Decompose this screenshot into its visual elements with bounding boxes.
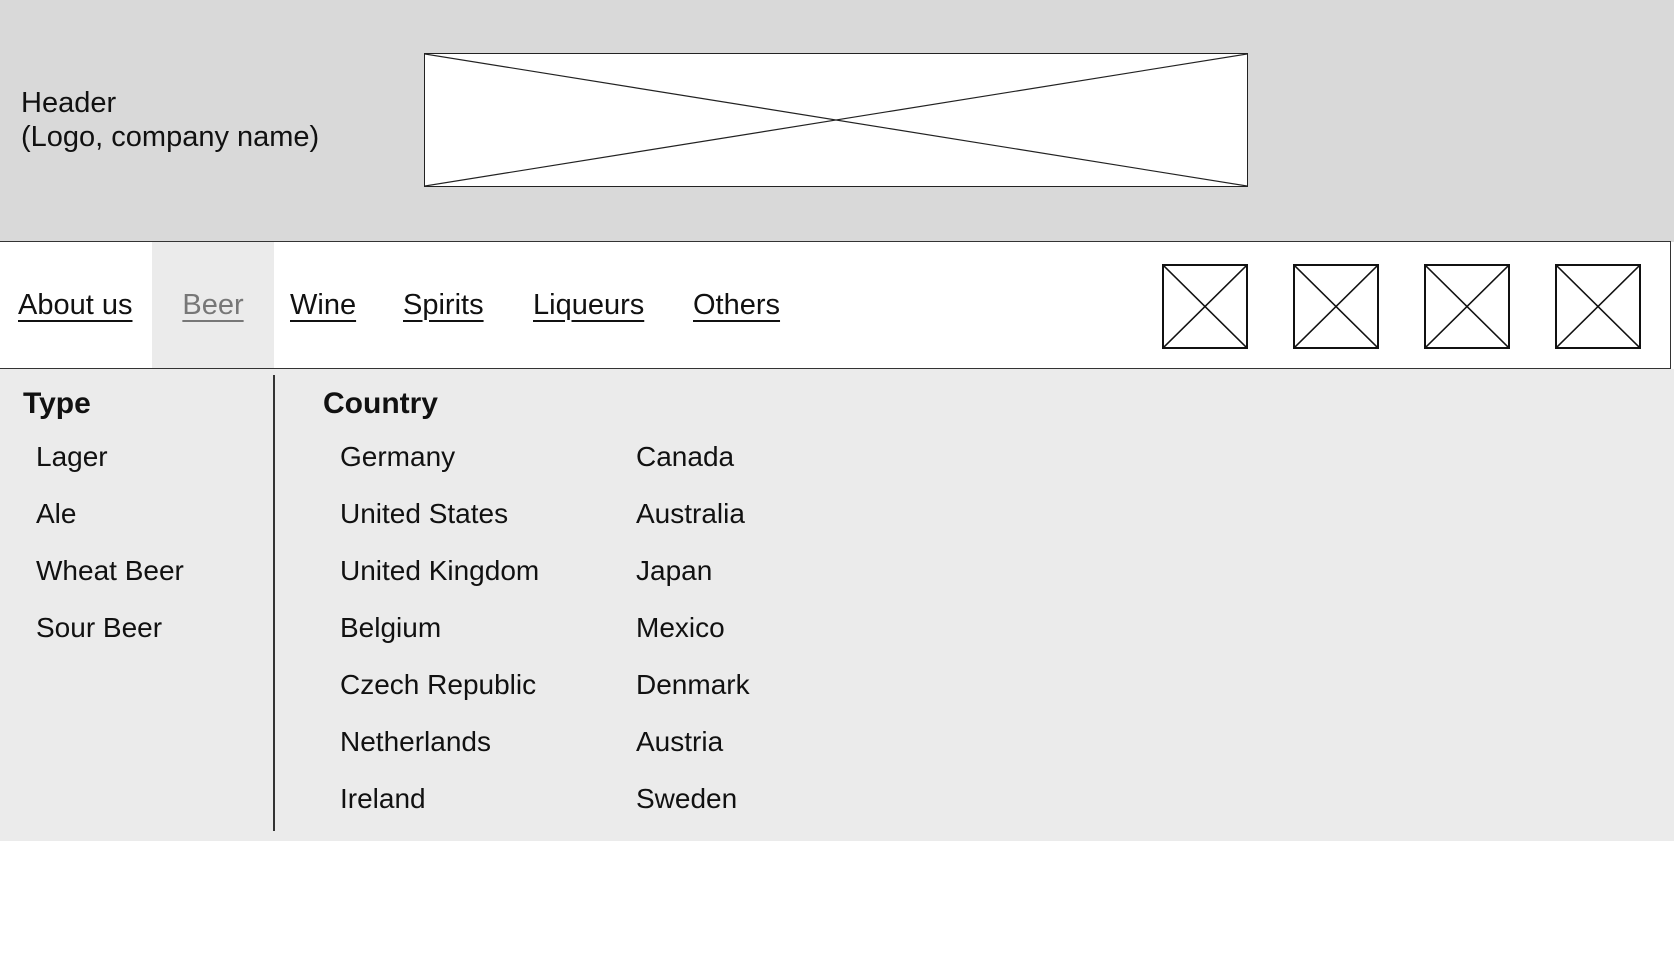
country-item-denmark[interactable]: Denmark: [636, 669, 750, 701]
nav-icon-2-placeholder-icon[interactable]: [1293, 264, 1379, 349]
country-item-australia[interactable]: Australia: [636, 498, 745, 530]
nav-others-link[interactable]: Others: [693, 242, 780, 368]
country-item-mexico[interactable]: Mexico: [636, 612, 725, 644]
header: Header (Logo, company name): [0, 0, 1674, 242]
main-nav: About us Beer Wine Spirits Liqueurs Othe…: [0, 241, 1671, 369]
country-item-ireland[interactable]: Ireland: [340, 783, 426, 815]
nav-liqueurs-link[interactable]: Liqueurs: [533, 242, 644, 368]
country-item-netherlands[interactable]: Netherlands: [340, 726, 491, 758]
type-item-ale[interactable]: Ale: [36, 498, 76, 530]
country-item-japan[interactable]: Japan: [636, 555, 712, 587]
page: Header (Logo, company name) About us Bee…: [0, 0, 1674, 974]
header-subtitle: (Logo, company name): [21, 121, 320, 153]
country-item-belgium[interactable]: Belgium: [340, 612, 441, 644]
nav-spirits-link[interactable]: Spirits: [403, 242, 484, 368]
nav-icon-1-placeholder-icon[interactable]: [1162, 264, 1248, 349]
country-item-czech-republic[interactable]: Czech Republic: [340, 669, 536, 701]
nav-icon-4-placeholder-icon[interactable]: [1555, 264, 1641, 349]
nav-icon-3-placeholder-icon[interactable]: [1424, 264, 1510, 349]
column-divider: [273, 375, 275, 831]
country-heading: Country: [323, 387, 438, 420]
country-item-united-states[interactable]: United States: [340, 498, 508, 530]
header-title: Header: [21, 87, 117, 119]
country-item-united-kingdom[interactable]: United Kingdom: [340, 555, 539, 587]
country-item-austria[interactable]: Austria: [636, 726, 723, 758]
header-text: Header (Logo, company name): [21, 86, 319, 154]
country-item-germany[interactable]: Germany: [340, 441, 455, 473]
country-item-canada[interactable]: Canada: [636, 441, 734, 473]
country-item-sweden[interactable]: Sweden: [636, 783, 737, 815]
type-item-lager[interactable]: Lager: [36, 441, 108, 473]
logo-placeholder-icon: [424, 53, 1248, 187]
nav-wine-link[interactable]: Wine: [290, 242, 356, 368]
type-item-sour-beer[interactable]: Sour Beer: [36, 612, 162, 644]
nav-about-us-link[interactable]: About us: [18, 242, 132, 368]
type-item-wheat-beer[interactable]: Wheat Beer: [36, 555, 184, 587]
nav-beer-link[interactable]: Beer: [152, 242, 274, 368]
beer-dropdown-menu: Type Lager Ale Wheat Beer Sour Beer Coun…: [0, 369, 1674, 841]
type-heading: Type: [23, 387, 91, 420]
